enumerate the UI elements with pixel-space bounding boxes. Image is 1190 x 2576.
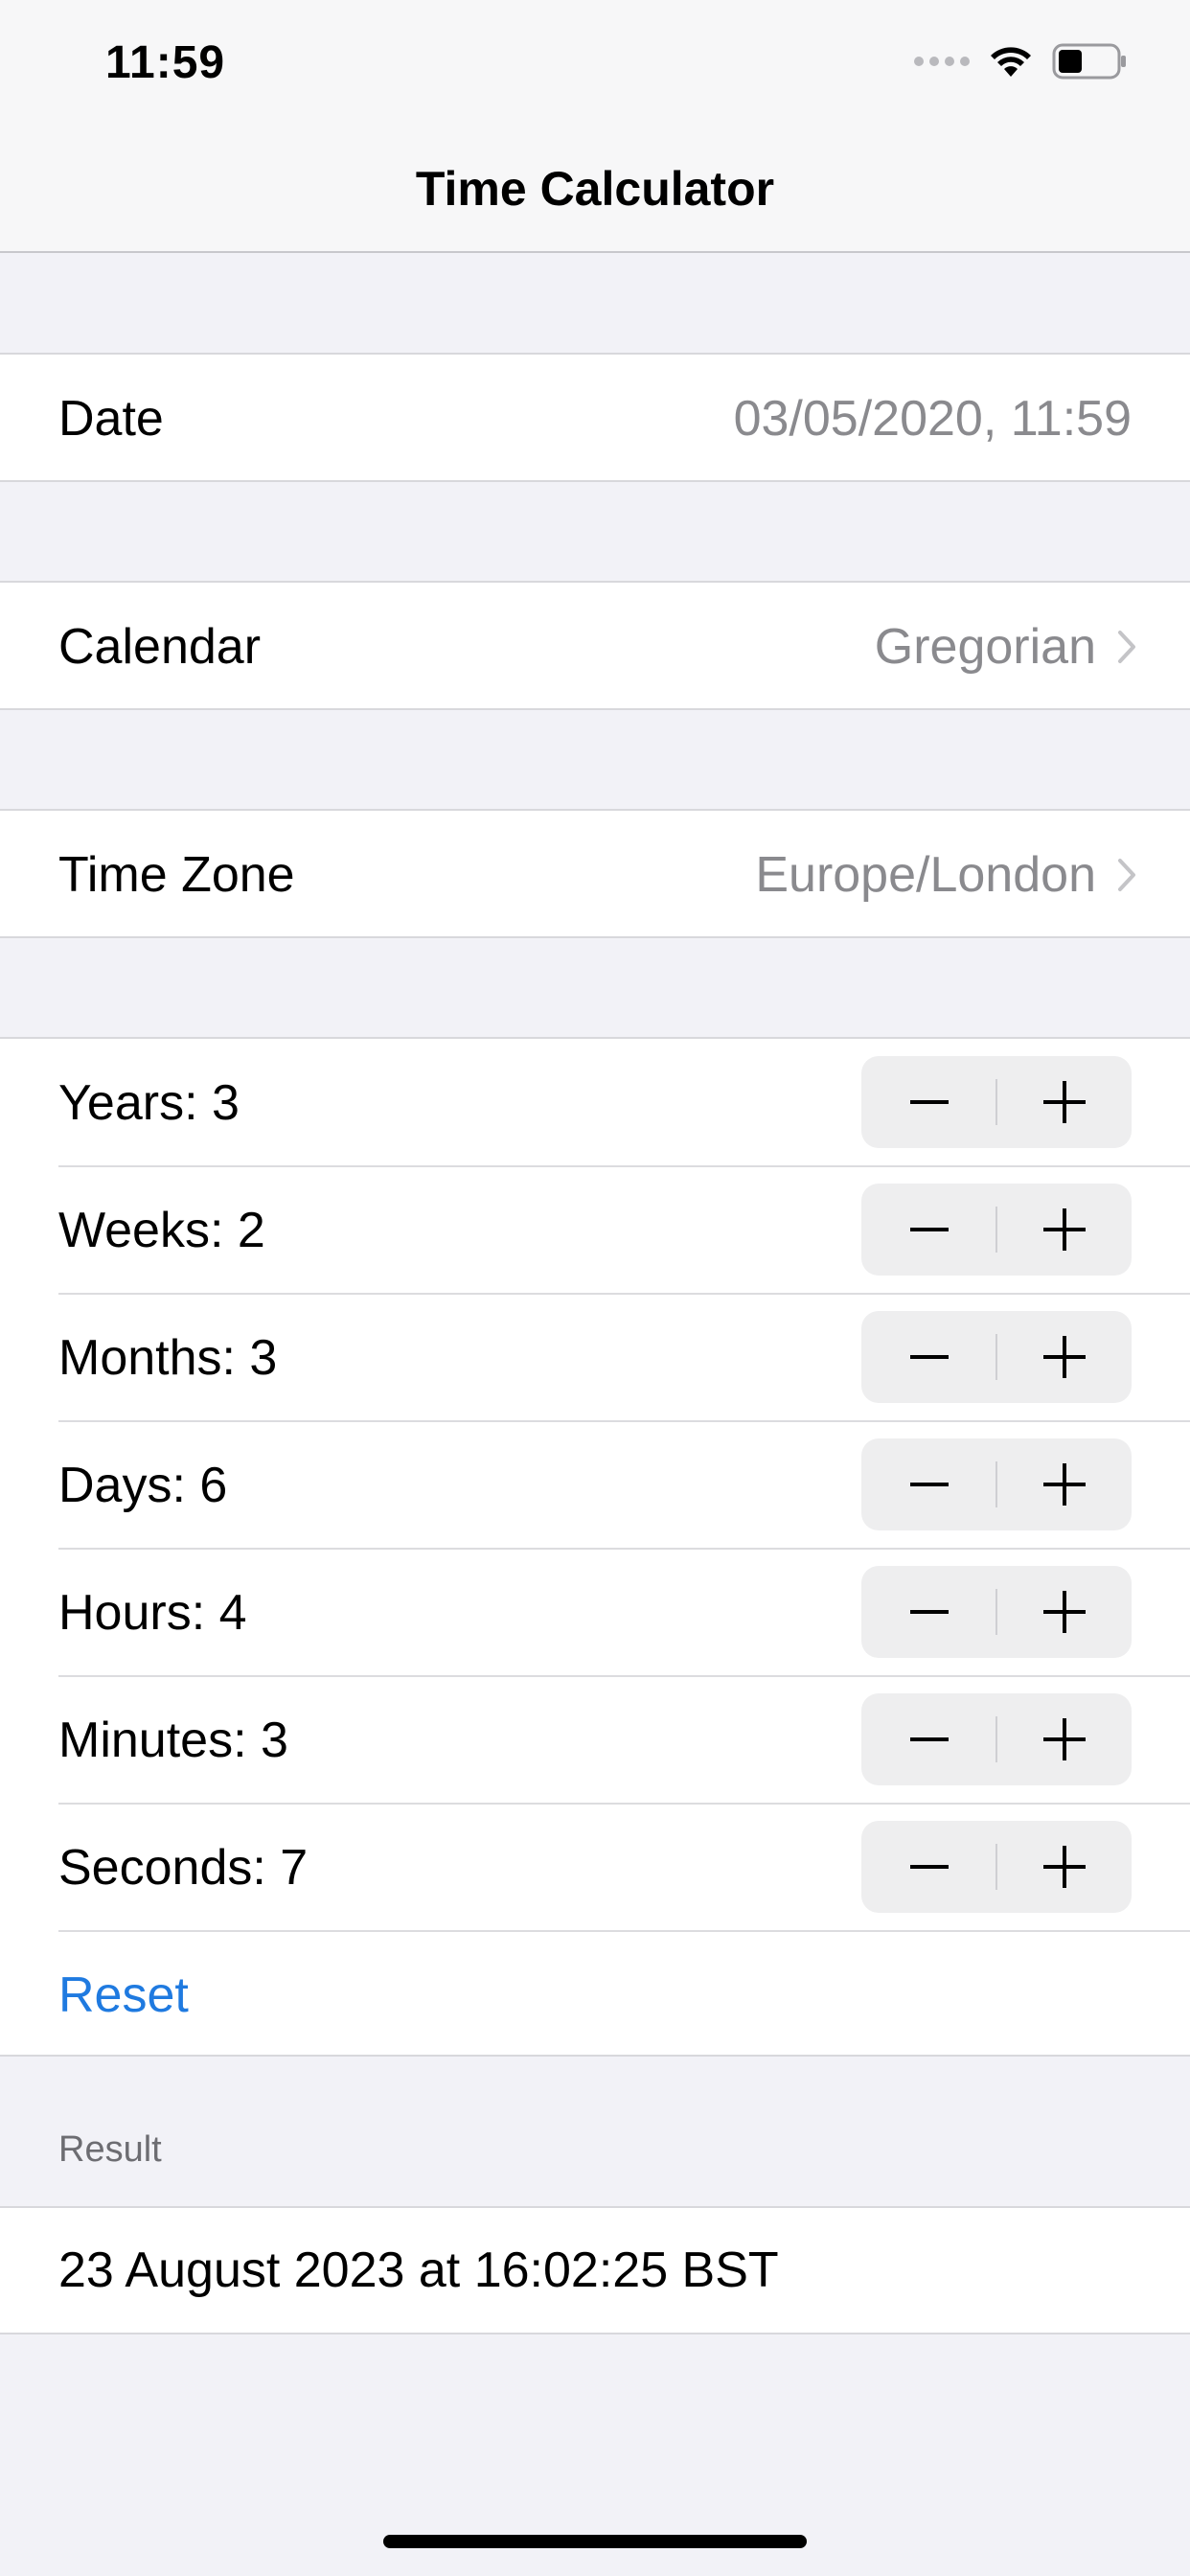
stepper-label: Days: 6 xyxy=(58,1457,228,1513)
time-zone-row[interactable]: Time Zone Europe/London xyxy=(0,809,1190,938)
minus-icon xyxy=(909,1100,949,1104)
calendar-row[interactable]: Calendar Gregorian xyxy=(0,581,1190,710)
stepper xyxy=(861,1821,1132,1913)
stepper-label: Weeks: 2 xyxy=(58,1202,265,1258)
date-label: Date xyxy=(58,390,164,447)
decrement-button[interactable] xyxy=(861,1693,996,1785)
stepper-label: Months: 3 xyxy=(58,1329,278,1386)
stepper-row: Minutes: 3 xyxy=(0,1676,1190,1804)
stepper xyxy=(861,1056,1132,1148)
battery-icon xyxy=(1052,43,1126,80)
row-divider xyxy=(58,1420,1190,1422)
stepper-label: Seconds: 7 xyxy=(58,1839,309,1896)
reset-button[interactable]: Reset xyxy=(58,1931,189,2058)
increment-button[interactable] xyxy=(996,1821,1132,1913)
time-zone-value: Europe/London xyxy=(755,846,1096,903)
minus-icon xyxy=(909,1228,949,1231)
minus-icon xyxy=(909,1865,949,1869)
minus-icon xyxy=(909,1610,949,1614)
decrement-button[interactable] xyxy=(861,1311,996,1403)
stepper-row: Years: 3 xyxy=(0,1039,1190,1166)
stepper xyxy=(861,1438,1132,1530)
chevron-right-icon xyxy=(1117,858,1136,892)
decrement-button[interactable] xyxy=(861,1438,996,1530)
row-divider xyxy=(58,1548,1190,1550)
calendar-value: Gregorian xyxy=(874,618,1096,675)
stepper xyxy=(861,1566,1132,1658)
stepper-label: Hours: 4 xyxy=(58,1584,247,1641)
chevron-right-icon xyxy=(1117,630,1136,664)
status-time: 11:59 xyxy=(105,37,226,88)
calendar-label: Calendar xyxy=(58,618,262,675)
result-value: 23 August 2023 at 16:02:25 BST xyxy=(58,2242,779,2298)
stepper-label: Minutes: 3 xyxy=(58,1712,288,1768)
plus-icon xyxy=(1042,1208,1086,1251)
stepper-row: Hours: 4 xyxy=(0,1549,1190,1676)
plus-icon xyxy=(1042,1591,1086,1633)
decrement-button[interactable] xyxy=(861,1056,996,1148)
decrement-button[interactable] xyxy=(861,1184,996,1276)
date-row[interactable]: Date 03/05/2020, 11:59 xyxy=(0,353,1190,482)
row-divider xyxy=(58,1803,1190,1805)
increment-button[interactable] xyxy=(996,1566,1132,1658)
stepper-label: Years: 3 xyxy=(58,1074,240,1131)
date-value[interactable]: 03/05/2020, 11:59 xyxy=(734,355,1132,482)
plus-icon xyxy=(1042,1846,1086,1888)
stepper-row: Seconds: 7 xyxy=(0,1804,1190,1931)
decrement-button[interactable] xyxy=(861,1821,996,1913)
result-row: 23 August 2023 at 16:02:25 BST xyxy=(0,2206,1190,2334)
stepper xyxy=(861,1184,1132,1276)
stepper-row: Weeks: 2 xyxy=(0,1166,1190,1294)
stepper-row: Months: 3 xyxy=(0,1294,1190,1421)
increment-button[interactable] xyxy=(996,1438,1132,1530)
row-divider xyxy=(58,1293,1190,1295)
status-bar: 11:59 xyxy=(0,0,1190,125)
stepper xyxy=(861,1693,1132,1785)
wifi-icon xyxy=(991,47,1031,77)
page-title: Time Calculator xyxy=(415,162,775,216)
home-indicator xyxy=(383,2535,807,2548)
increment-button[interactable] xyxy=(996,1056,1132,1148)
stepper xyxy=(861,1311,1132,1403)
stepper-group: Years: 3 Weeks: 2 Months: 3 Days: 6 Hours: 4… xyxy=(0,1037,1190,2057)
divider xyxy=(58,1930,1190,1932)
increment-button[interactable] xyxy=(996,1693,1132,1785)
minus-icon xyxy=(909,1737,949,1741)
row-divider xyxy=(58,1675,1190,1677)
stepper-row: Days: 6 xyxy=(0,1421,1190,1549)
cellular-signal-icon xyxy=(914,57,970,66)
plus-icon xyxy=(1042,1718,1086,1760)
plus-icon xyxy=(1042,1463,1086,1506)
minus-icon xyxy=(909,1355,949,1359)
plus-icon xyxy=(1042,1081,1086,1123)
status-icons xyxy=(914,42,1129,80)
plus-icon xyxy=(1042,1336,1086,1378)
minus-icon xyxy=(909,1483,949,1486)
increment-button[interactable] xyxy=(996,1184,1132,1276)
decrement-button[interactable] xyxy=(861,1566,996,1658)
increment-button[interactable] xyxy=(996,1311,1132,1403)
result-section-header: Result xyxy=(58,2129,162,2170)
navigation-bar: Time Calculator xyxy=(0,125,1190,253)
row-divider xyxy=(58,1165,1190,1167)
time-zone-label: Time Zone xyxy=(58,846,295,903)
